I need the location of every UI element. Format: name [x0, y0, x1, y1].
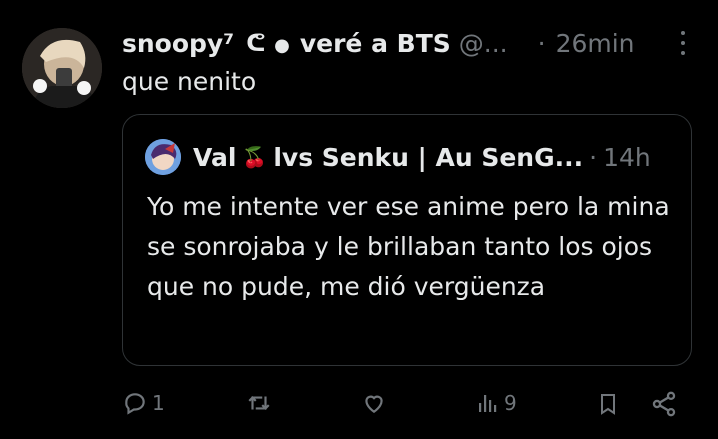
retweet-icon: [245, 390, 273, 416]
quote-avatar[interactable]: [145, 139, 181, 175]
like-icon: [360, 390, 388, 416]
quote-time[interactable]: 14h: [603, 143, 651, 172]
author-handle[interactable]: @...: [459, 29, 508, 58]
reply-count: 1: [152, 391, 165, 415]
like-button[interactable]: [360, 390, 388, 416]
reply-button[interactable]: 1: [122, 390, 165, 416]
author-name[interactable]: snoopy⁷: [122, 29, 234, 58]
more-icon[interactable]: [680, 31, 686, 55]
quote-separator: ·: [589, 142, 598, 172]
author-name-suffix[interactable]: veré a BTS: [300, 29, 451, 58]
tweet-text: que nenito: [122, 67, 257, 96]
quote-header: Val 🍒 lvs Senku | Au SenG... · 14h: [145, 139, 671, 175]
ribbon-icon: ᕦ: [246, 29, 266, 57]
tweet-time[interactable]: 26min: [556, 29, 635, 58]
author-avatar[interactable]: [22, 28, 102, 108]
tweet-header: snoopy⁷ ᕦ ● veré a BTS @... · 26min: [122, 24, 690, 62]
quote-author-name-suffix[interactable]: lvs Senku | Au SenG...: [273, 143, 583, 172]
retweet-button[interactable]: [245, 390, 273, 416]
quote-author-name[interactable]: Val: [193, 143, 236, 172]
decor-icons: ᕦ ●: [246, 29, 290, 57]
action-bar: 1 9: [0, 380, 718, 430]
views-button[interactable]: 9: [476, 390, 517, 416]
views-count: 9: [504, 391, 517, 415]
share-icon: [650, 390, 678, 418]
bear-icon: ●: [274, 35, 290, 56]
quote-text: Yo me intente ver ese anime pero la mina…: [147, 192, 670, 301]
bookmark-icon: [596, 390, 620, 418]
views-icon: [476, 390, 500, 416]
quoted-tweet[interactable]: Val 🍒 lvs Senku | Au SenG... · 14h Yo me…: [122, 114, 692, 366]
share-button[interactable]: [650, 390, 678, 418]
reply-icon: [122, 390, 148, 416]
separator: ·: [537, 28, 546, 58]
bookmark-button[interactable]: [596, 390, 620, 418]
cherry-icon: 🍒: [242, 145, 268, 169]
